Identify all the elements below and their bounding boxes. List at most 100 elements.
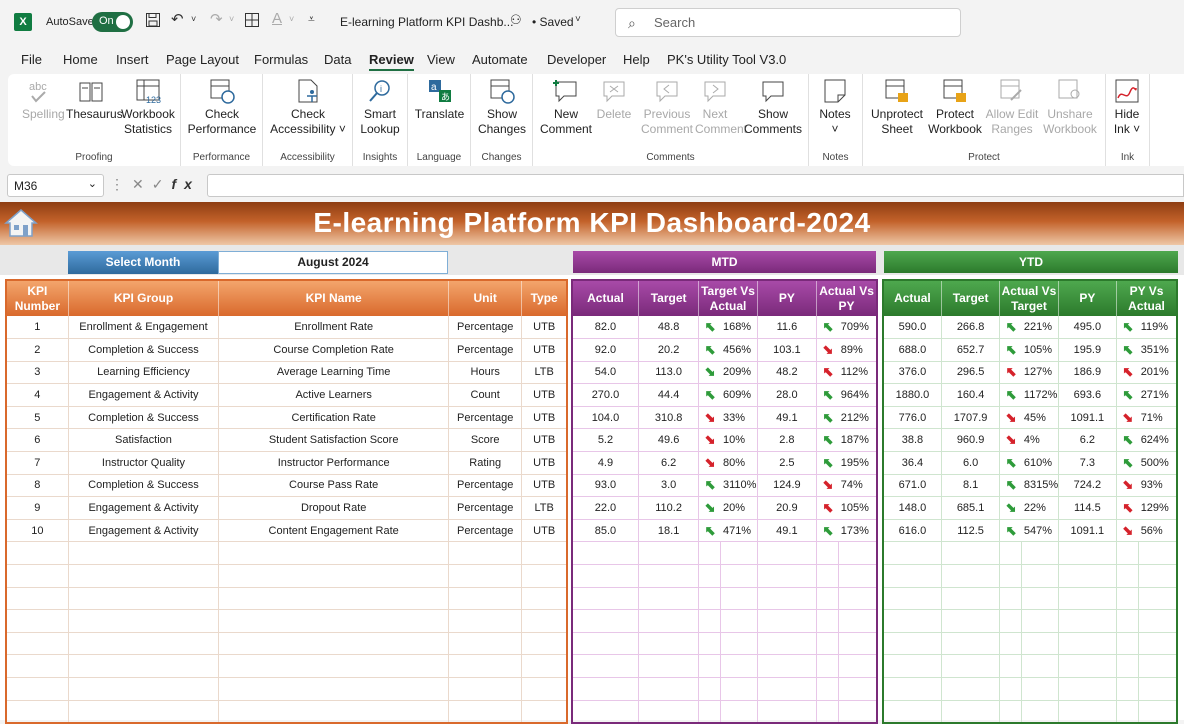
font-color-dropdown-icon[interactable]: ˅	[289, 14, 294, 24]
empty-cell	[521, 541, 568, 566]
customize-qat-icon[interactable]: ⩡	[308, 12, 315, 27]
menu-automate[interactable]: Automate	[472, 52, 528, 67]
percent-cell: 8315%	[1021, 474, 1059, 498]
kpi-type-cell: UTB	[521, 406, 568, 430]
next-comment-button[interactable]: Next Comment	[695, 78, 747, 137]
empty-cell	[68, 632, 220, 656]
smart-lookup-button[interactable]: i Smart Lookup	[357, 78, 403, 137]
workbook-statistics-button[interactable]: 123 Workbook Statistics	[120, 78, 176, 137]
percent-cell: 93%	[1138, 474, 1178, 498]
menu-file[interactable]: File	[21, 52, 42, 67]
borders-icon[interactable]	[244, 12, 260, 32]
menu-pk-s-utility-tool-v3-0[interactable]: PK's Utility Tool V3.0	[667, 52, 786, 67]
enter-icon[interactable]: ✓	[152, 176, 172, 192]
ribbon-group-label: Language	[416, 152, 462, 163]
redo-dropdown-icon[interactable]: ˅	[229, 14, 234, 24]
empty-cell	[572, 609, 639, 633]
actual-cell: 5.2	[572, 428, 639, 453]
allow-edit-ranges-button[interactable]: Allow Edit Ranges	[985, 78, 1039, 137]
cancel-icon[interactable]: ✕	[132, 176, 152, 192]
green-arrow-icon: ⬉	[704, 387, 716, 403]
name-box[interactable]: M36 ⌄	[7, 174, 104, 197]
percent-cell: 168%	[720, 316, 758, 340]
thesaurus-button[interactable]: Thesaurus	[66, 78, 123, 122]
empty-cell	[1138, 632, 1178, 656]
unprotect-sheet-button[interactable]: Unprotect Sheet	[869, 78, 925, 137]
table-row: 4 Engagement & Activity Active Learners Cou…	[6, 383, 568, 407]
spelling-button[interactable]: abc Spelling	[22, 78, 65, 122]
saved-dropdown-icon[interactable]: ˅	[575, 14, 581, 25]
menu-formulas[interactable]: Formulas	[254, 52, 308, 67]
empty-cell	[1116, 541, 1140, 566]
allow-edit-ranges-icon	[999, 78, 1025, 104]
empty-cell	[218, 700, 450, 724]
search-box[interactable]: ⌕ Search	[615, 8, 961, 37]
menu-review[interactable]: Review	[369, 52, 414, 71]
column-header: KPI Number	[6, 280, 69, 316]
empty-cell	[448, 677, 523, 701]
more-icon[interactable]: ⋮	[110, 176, 132, 192]
target-cell: 110.2	[638, 496, 700, 520]
column-header: Target	[638, 280, 700, 316]
unshare-workbook-button[interactable]: Unshare Workbook	[1039, 78, 1101, 137]
delete-comment-button[interactable]: Delete	[595, 78, 633, 122]
notes-button[interactable]: Notes ˅	[815, 78, 855, 137]
month-selector[interactable]: August 2024	[218, 251, 448, 274]
hide-ink-button[interactable]: Hide Ink ˅	[1110, 78, 1144, 137]
translate-button[interactable]: a あ Translate	[412, 78, 467, 122]
show-comments-button[interactable]: Show Comments	[743, 78, 803, 137]
empty-cell	[999, 632, 1023, 656]
empty-cell	[883, 677, 942, 701]
undo-dropdown-icon[interactable]: ˅	[191, 14, 196, 24]
menu-view[interactable]: View	[427, 52, 455, 67]
empty-cell	[941, 654, 1001, 678]
green-arrow-icon: ⬉	[1005, 319, 1017, 335]
column-header: Actual	[883, 280, 942, 316]
menu-developer[interactable]: Developer	[547, 52, 606, 67]
kpi-name-cell: Instructor Performance	[218, 451, 450, 475]
empty-cell	[218, 609, 450, 633]
empty-cell	[1116, 677, 1140, 701]
workbook-statistics-icon: 123	[135, 78, 161, 105]
menu-insert[interactable]: Insert	[116, 52, 149, 67]
empty-cell	[572, 677, 639, 701]
protect-workbook-button[interactable]: Protect Workbook	[925, 78, 985, 137]
chevron-down-icon[interactable]: ⌄	[88, 177, 97, 190]
show-changes-button[interactable]: Show Changes	[475, 78, 529, 137]
new-comment-button[interactable]: New Comment	[539, 78, 593, 137]
protect-workbook-icon	[942, 78, 968, 104]
percent-cell: 10%	[720, 428, 758, 453]
autosave-label: AutoSave	[46, 16, 94, 28]
column-header: Unit	[448, 280, 523, 316]
undo-icon[interactable]: ↶	[171, 10, 184, 28]
menu-home[interactable]: Home	[63, 52, 98, 67]
autosave-toggle[interactable]: On	[92, 12, 133, 32]
document-title[interactable]: E-learning Platform KPI Dashb...	[340, 15, 513, 29]
empty-cell	[1021, 587, 1059, 611]
redo-icon[interactable]: ↷	[210, 10, 223, 28]
green-arrow-icon: ⬉	[704, 319, 716, 335]
saved-status[interactable]: • Saved	[532, 15, 574, 29]
save-icon[interactable]	[145, 12, 161, 32]
font-color-icon[interactable]: A	[272, 10, 282, 27]
menu-page-layout[interactable]: Page Layout	[166, 52, 239, 67]
green-arrow-icon: ⬉	[822, 454, 834, 470]
accessibility-button[interactable]: Check Accessibility ˅	[269, 78, 347, 137]
empty-cell	[638, 564, 700, 588]
formula-input[interactable]	[207, 174, 1184, 197]
previous-comment-button[interactable]: Previous Comment	[641, 78, 693, 137]
fx-icon[interactable]: fx	[171, 176, 199, 192]
share-people-icon[interactable]: ⚇	[510, 12, 522, 28]
ribbon-button-label: Check Accessibility ˅	[270, 107, 346, 136]
menu-data[interactable]: Data	[324, 52, 351, 67]
check-performance-button[interactable]: Check Performance	[187, 78, 257, 137]
empty-cell	[521, 700, 568, 724]
menu-help[interactable]: Help	[623, 52, 650, 67]
actual-cell: 1880.0	[883, 383, 942, 407]
empty-cell	[816, 654, 840, 678]
trend-indicator: ⬉	[1116, 361, 1139, 385]
green-arrow-icon: ⬉	[1122, 387, 1134, 403]
green-arrow-icon: ⬊	[704, 500, 716, 516]
kpi-num-cell: 3	[6, 361, 69, 385]
empty-cell	[999, 700, 1023, 724]
